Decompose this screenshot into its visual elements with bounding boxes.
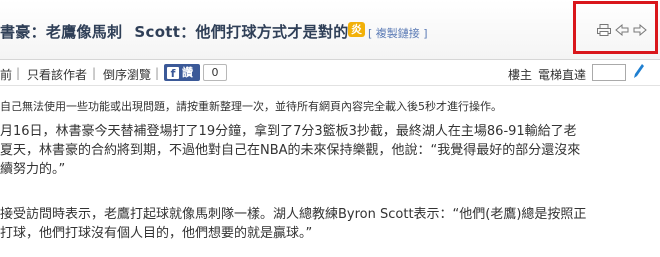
highlight-box: [573, 1, 658, 54]
post-line: 月16日，林書豪今天替補登場打了19分鐘，拿到了7分3籃板3抄截，最終湖人在主場…: [0, 124, 577, 139]
facebook-like-button[interactable]: f讚: [164, 64, 200, 81]
reverse-order-link[interactable]: 倒序瀏覽: [103, 66, 151, 83]
hot-badge-icon: 炎: [348, 22, 365, 37]
thread-header: 書豪：老鷹像馬刺 Scott：他們打球方式才是對的 炎 [ 複製鏈接 ]: [0, 0, 660, 60]
copy-link-button[interactable]: [ 複製鏈接 ]: [368, 25, 428, 41]
post-line: 打球，他們打球沒有個人目的，他們想要的就是贏球。”: [0, 226, 313, 241]
divider: |: [155, 66, 160, 80]
post-paragraph: 月16日，林書豪今天替補登場打了19分鐘，拿到了7分3籃板3抄截，最終湖人在主場…: [0, 122, 580, 179]
post-toolbar: 前 | 只看該作者 | 倒序瀏覽 | f讚 0 樓主 電梯直達: [0, 60, 660, 86]
floor-jump-input[interactable]: [592, 64, 626, 81]
facebook-like-label: 讚: [182, 66, 193, 79]
post-line: 續努力的。”: [0, 162, 66, 177]
thread-title-part2: Scott：他們打球方式才是對的: [134, 23, 349, 41]
divider: |: [16, 66, 21, 80]
author-only-link[interactable]: 只看該作者: [27, 66, 87, 83]
post-paragraph: 接受訪問時表示，老鷹打起球就像馬刺隊一樣。湖人總教練Byron Scott表示：…: [0, 205, 586, 243]
thread-title-part1: 書豪：老鷹像馬刺: [0, 23, 123, 41]
notice-text: 自己無法使用一些功能或出現問題，請按重新整理一次，並待所有網頁內容完全載入後5秒…: [0, 100, 502, 113]
thread-owner-label: 樓主: [508, 68, 533, 82]
go-pencil-icon[interactable]: [633, 63, 645, 83]
facebook-icon: f: [167, 67, 179, 80]
facebook-like-count: 0: [203, 64, 227, 81]
divider: |: [92, 66, 97, 80]
prev-link[interactable]: 前: [0, 66, 12, 83]
post-line: 接受訪問時表示，老鷹打起球就像馬刺隊一樣。湖人總教練Byron Scott表示：…: [0, 207, 587, 222]
post-line: 夏天，林書豪的合約將到期，不過他對自己在NBA的未來保持樂觀，他說：“我覺得最好…: [0, 143, 581, 158]
thread-title: 書豪：老鷹像馬刺 Scott：他們打球方式才是對的: [0, 21, 349, 42]
floor-jump-label: 電梯直達: [538, 68, 587, 82]
